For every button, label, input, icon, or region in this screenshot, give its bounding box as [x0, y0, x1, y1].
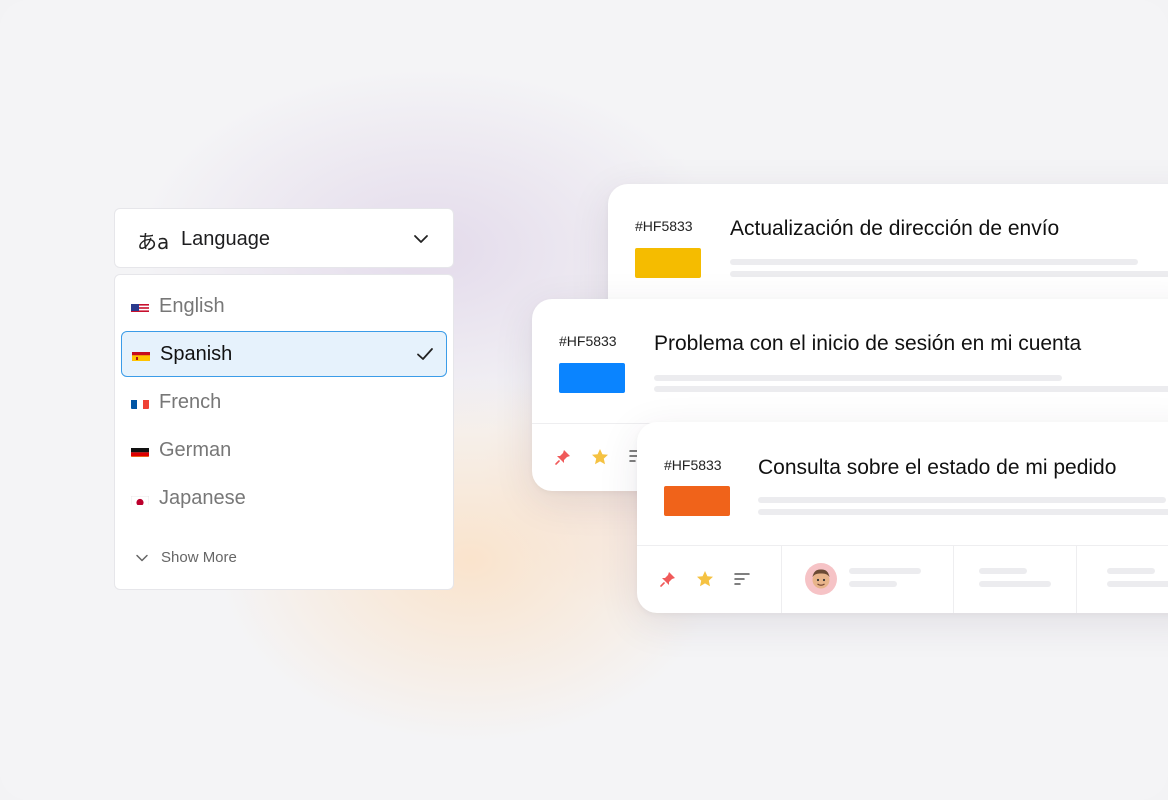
text-placeholder [979, 581, 1051, 587]
ticket-card[interactable]: #HF5833 Consulta sobre el estado de mi p… [637, 422, 1168, 613]
chevron-down-icon[interactable] [413, 231, 429, 247]
ticket-color-tag [635, 248, 701, 278]
ticket-color-tag [664, 486, 730, 516]
chevron-down-icon [136, 554, 148, 561]
ticket-id: #HF5833 [664, 457, 722, 473]
footer-divider [781, 546, 782, 613]
text-placeholder [849, 568, 921, 574]
star-icon[interactable] [695, 569, 715, 589]
text-placeholder [1107, 581, 1168, 587]
text-placeholder [1107, 568, 1155, 574]
us-flag-icon [131, 300, 149, 313]
text-placeholder [730, 271, 1168, 277]
ticket-id: #HF5833 [559, 333, 617, 349]
pin-icon[interactable] [659, 570, 677, 588]
checkmark-icon [417, 348, 433, 360]
language-dropdown-label: Language [181, 228, 270, 250]
avatar[interactable] [805, 563, 837, 595]
show-more-button[interactable]: Show More [135, 549, 237, 566]
footer-divider [953, 546, 954, 613]
language-options-list: English Spanish French German Japanese S… [114, 274, 454, 590]
language-option-label: Spanish [160, 342, 233, 365]
ticket-footer [637, 545, 1168, 613]
text-placeholder [654, 375, 1062, 381]
language-option-label: Japanese [159, 486, 246, 509]
fr-flag-icon [131, 396, 149, 409]
text-placeholder [730, 259, 1138, 265]
ticket-id: #HF5833 [635, 218, 693, 234]
ticket-color-tag [559, 363, 625, 393]
ticket-title: Actualización de dirección de envío [730, 217, 1060, 240]
language-dropdown[interactable]: あa Language [114, 208, 454, 268]
text-placeholder [849, 581, 897, 587]
jp-flag-icon [131, 492, 149, 505]
language-option-japanese[interactable]: Japanese [121, 475, 447, 521]
background-canvas: あa Language English Spanish French Germa… [0, 0, 1168, 800]
language-option-english[interactable]: English [121, 283, 447, 329]
hiragana-a-icon: あa [137, 230, 170, 254]
language-option-german[interactable]: German [121, 427, 447, 473]
text-placeholder [654, 386, 1168, 392]
sort-lines-icon[interactable] [734, 571, 750, 587]
language-option-label: German [159, 438, 232, 461]
ticket-title: Consulta sobre el estado de mi pedido [758, 456, 1117, 479]
de-flag-icon [131, 444, 149, 457]
text-placeholder [758, 497, 1166, 503]
show-more-label: Show More [161, 549, 237, 566]
es-flag-icon [132, 348, 150, 361]
text-placeholder [979, 568, 1027, 574]
text-placeholder [758, 509, 1168, 515]
language-option-french[interactable]: French [121, 379, 447, 425]
footer-divider [1076, 546, 1077, 613]
ticket-title: Problema con el inicio de sesión en mi c… [654, 332, 1082, 355]
language-option-spanish[interactable]: Spanish [121, 331, 447, 377]
star-icon[interactable] [590, 447, 610, 467]
language-option-label: English [159, 294, 225, 317]
pin-icon[interactable] [554, 448, 572, 466]
language-option-label: French [159, 390, 222, 413]
